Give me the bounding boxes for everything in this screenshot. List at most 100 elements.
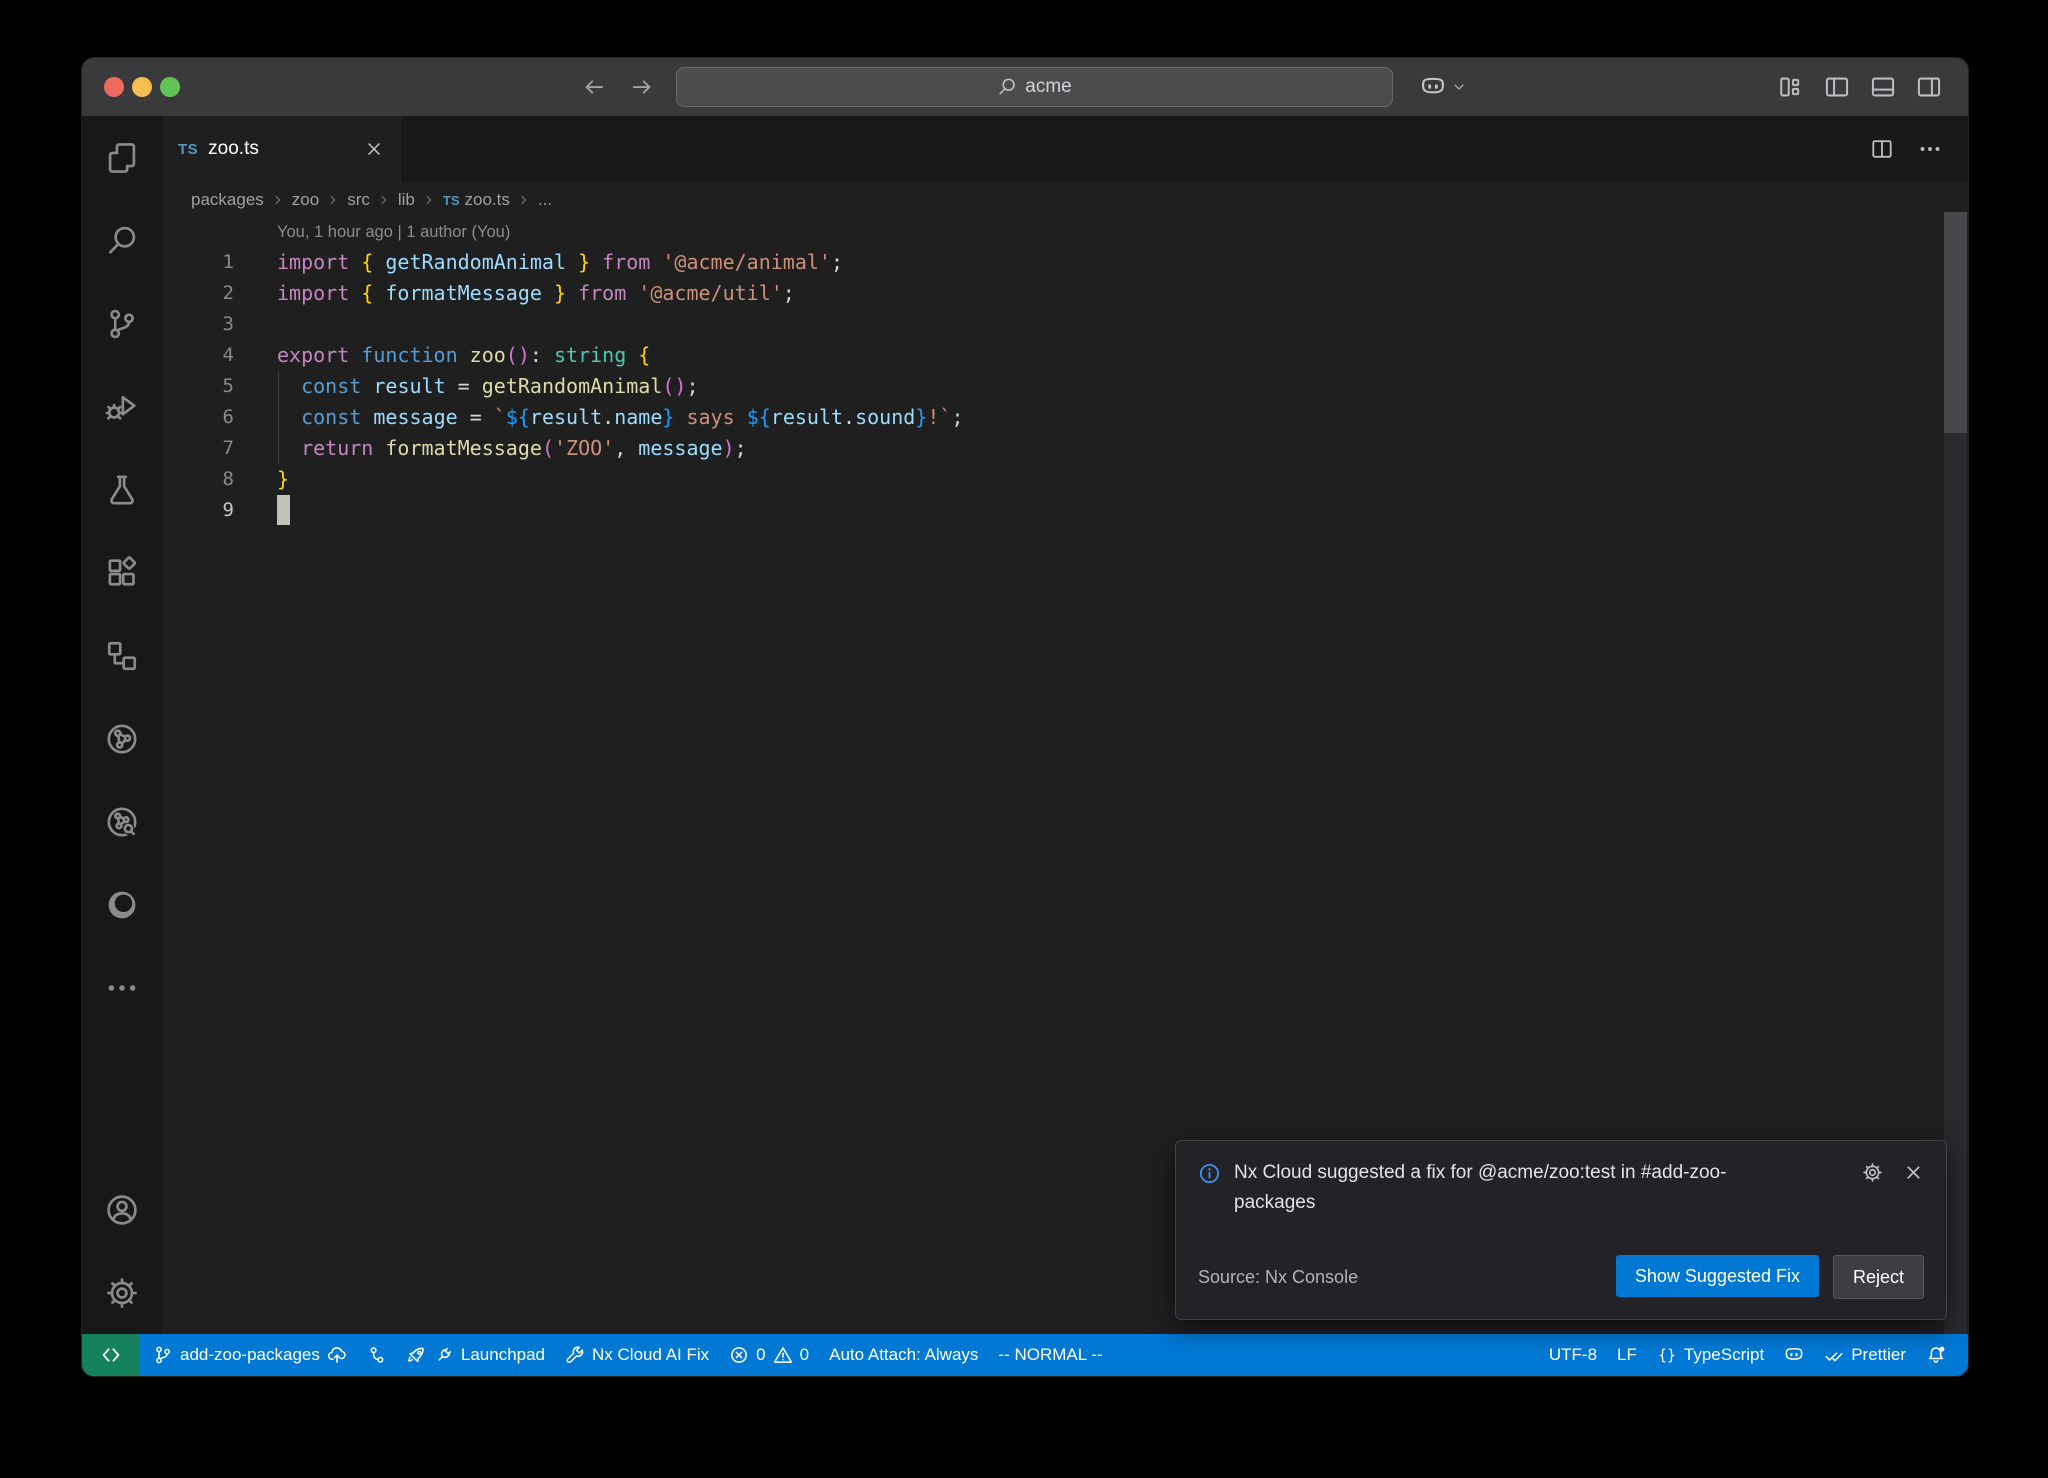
code-area: 1import { getRandomAnimal } from '@acme/… [162,247,1968,526]
remote-indicator[interactable] [82,1334,139,1376]
chevron-right-icon [421,192,437,208]
line-number: 2 [162,278,234,309]
notification-toast: Nx Cloud suggested a fix for @acme/zoo:t… [1175,1140,1947,1320]
activity-item-hierarchy[interactable] [82,614,162,697]
chevron-right-icon [270,192,286,208]
status-item-language-mode[interactable]: {}TypeScript [1647,1334,1774,1376]
ts-file-icon: TS [178,141,198,158]
bell-dot-icon [1926,1345,1946,1365]
minimize-window-button[interactable] [132,77,152,97]
breadcrumb-item-lib[interactable]: lib [398,190,415,210]
back-icon[interactable] [582,75,606,99]
activity-item-source-control[interactable] [82,282,162,365]
status-item-encoding[interactable]: UTF-8 [1539,1334,1607,1376]
status-item-prettier[interactable]: Prettier [1814,1334,1916,1376]
breadcrumb-item-src[interactable]: src [347,190,370,210]
tab-zoo-ts[interactable]: TS zoo.ts [162,116,401,182]
customize-layout-icon[interactable] [1778,74,1804,100]
notification-tools [1862,1162,1924,1183]
status-item-nx-cloud-ai-fix[interactable]: Nx Cloud AI Fix [555,1334,719,1376]
scrollbar-slider[interactable] [1944,212,1967,433]
code-line-5[interactable]: 5 const result = getRandomAnimal(); [162,371,1968,402]
breadcrumb-item-zoo-ts[interactable]: TSzoo.ts [443,190,510,210]
status-item-problems[interactable]: 00 [719,1334,819,1376]
breadcrumb-item-packages[interactable]: packages [191,190,264,210]
code-line-8[interactable]: 8} [162,464,1968,495]
title-bar: acme [82,58,1968,116]
activity-item-explorer[interactable] [82,116,162,199]
error-icon [729,1345,749,1365]
notification-message: Nx Cloud suggested a fix for @acme/zoo:t… [1234,1158,1794,1218]
command-center-search[interactable]: acme [676,67,1393,107]
code-line-9[interactable]: 9 [162,495,1968,526]
reject-button[interactable]: Reject [1833,1255,1924,1299]
cloud-upload-icon [327,1345,347,1365]
code-line-4[interactable]: 4export function zoo(): string { [162,340,1968,371]
close-icon[interactable] [1903,1162,1924,1183]
vscode-window: acme TS zoo.ts [82,58,1968,1376]
scrollbar-track[interactable] [1944,433,1967,1334]
toggle-sidebar-right-icon[interactable] [1916,74,1942,100]
copilot-menu[interactable] [1420,58,1467,116]
info-icon [1198,1162,1221,1185]
close-window-button[interactable] [104,77,124,97]
toggle-panel-icon[interactable] [1870,74,1896,100]
maximize-window-button[interactable] [160,77,180,97]
history-nav [582,58,654,116]
activity-item-nx-graph[interactable] [82,697,162,780]
search-icon [105,224,139,258]
editor-actions [1870,116,1942,182]
explorer-icon [105,141,139,175]
status-item-commit-graph[interactable] [357,1334,397,1376]
git-blame-lens[interactable]: You, 1 hour ago | 1 author (You) [277,218,1968,247]
code-line-7[interactable]: 7 return formatMessage('ZOO', message); [162,433,1968,464]
wrench-icon [565,1345,585,1365]
activity-item-nx-graph-search[interactable] [82,780,162,863]
chevron-down-icon [1451,79,1467,95]
status-item-vim-mode[interactable]: -- NORMAL -- [988,1334,1112,1376]
forward-icon[interactable] [630,75,654,99]
breadcrumb-item--[interactable]: ... [538,190,552,210]
run-debug-icon [105,390,139,424]
code-line-2[interactable]: 2import { formatMessage } from '@acme/ut… [162,278,1968,309]
tab-label: zoo.ts [208,138,259,160]
code-line-6[interactable]: 6 const message = `${result.name} says $… [162,402,1968,433]
indent-guide [278,371,279,464]
status-bar: add-zoo-packages LaunchpadNx Cloud AI Fix… [82,1334,1968,1376]
status-item-eol[interactable]: LF [1607,1334,1647,1376]
line-number: 6 [162,402,234,433]
breadcrumb-item-zoo[interactable]: zoo [292,190,319,210]
account-icon [105,1193,139,1227]
activity-item-settings[interactable] [82,1251,162,1334]
activity-item-run-debug[interactable] [82,365,162,448]
show-suggested-fix-button[interactable]: Show Suggested Fix [1616,1255,1819,1297]
line-number: 8 [162,464,234,495]
gear-icon[interactable] [1862,1162,1883,1183]
code-line-3[interactable]: 3 [162,309,1968,340]
toggle-sidebar-left-icon[interactable] [1824,74,1850,100]
status-item-notifications-bell[interactable] [1916,1334,1956,1376]
activity-item-account[interactable] [82,1168,162,1251]
source-control-icon [153,1345,173,1365]
ts-file-icon: TS [443,193,460,208]
status-item-auto-attach[interactable]: Auto Attach: Always [819,1334,988,1376]
activity-item-testing[interactable] [82,448,162,531]
code-line-1[interactable]: 1import { getRandomAnimal } from '@acme/… [162,247,1968,278]
split-editor-icon[interactable] [1870,137,1894,161]
copilot-icon [1784,1345,1804,1365]
more-actions-icon[interactable] [1918,137,1942,161]
activity-item-more[interactable] [82,946,162,1029]
warning-icon [773,1345,793,1365]
hierarchy-icon [105,639,139,673]
activity-item-edge[interactable] [82,863,162,946]
extensions-icon [105,556,139,590]
status-left: add-zoo-packages LaunchpadNx Cloud AI Fix… [143,1334,1113,1376]
close-tab-icon[interactable] [364,139,384,159]
status-item-git-branch[interactable]: add-zoo-packages [143,1334,357,1376]
status-item-launchpad[interactable]: Launchpad [397,1334,555,1376]
status-item-copilot-status[interactable] [1774,1334,1814,1376]
activity-item-extensions[interactable] [82,531,162,614]
git-commit-icon [367,1345,387,1365]
activity-item-search[interactable] [82,199,162,282]
screen: { "colors": { "accent_blue": "#0078d4", … [0,0,2048,1478]
